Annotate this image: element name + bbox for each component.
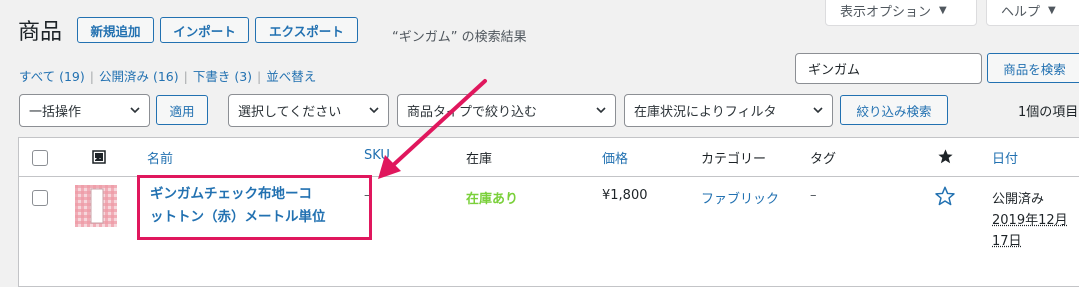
- date-line-1: 2019年12月: [992, 213, 1068, 228]
- apply-button[interactable]: 適用: [156, 95, 208, 125]
- bulk-action-value: 一括操作: [29, 105, 82, 120]
- caret-down-icon: ▼: [939, 4, 947, 16]
- import-button[interactable]: インポート: [160, 17, 249, 43]
- image-column-icon: [92, 150, 106, 164]
- featured-toggle-star-icon[interactable]: [934, 185, 956, 207]
- help-tab[interactable]: ヘルプ ▼: [986, 0, 1079, 26]
- select-all-checkbox[interactable]: [32, 150, 48, 166]
- column-header-stock: 在庫: [466, 152, 493, 167]
- filter-button[interactable]: 絞り込み検索: [840, 95, 948, 125]
- product-type-select-value: 商品タイプで絞り込む: [407, 105, 538, 120]
- column-header-tags: タグ: [810, 152, 837, 167]
- view-published-link[interactable]: 公開済み (16): [99, 69, 179, 84]
- display-options-tab[interactable]: 表示オプション ▼: [825, 0, 977, 26]
- chevron-down-icon: [813, 107, 823, 114]
- product-thumbnail[interactable]: [75, 185, 117, 227]
- stock-status: 在庫あり: [466, 192, 519, 207]
- column-header-categories: カテゴリー: [701, 152, 767, 167]
- column-header-sku[interactable]: SKU: [364, 148, 390, 163]
- separator: |: [257, 69, 262, 84]
- product-type-select[interactable]: 商品タイプで絞り込む: [397, 94, 616, 127]
- sort-link[interactable]: 並べ替え: [266, 69, 316, 84]
- help-label: ヘルプ: [1001, 4, 1041, 20]
- category-select-value: 選択してください: [238, 105, 342, 120]
- separator: |: [183, 69, 188, 84]
- page-title: 商品: [18, 20, 63, 45]
- date-line-2: 17日: [992, 234, 1022, 249]
- stock-status-select[interactable]: 在庫状況によりフィルタ: [624, 94, 833, 127]
- chevron-down-icon: [130, 107, 140, 114]
- caret-down-icon: ▼: [1048, 4, 1056, 16]
- search-input[interactable]: [795, 53, 982, 84]
- separator: |: [89, 69, 94, 84]
- search-results-subtitle: “ギンガム” の検索結果: [392, 30, 527, 45]
- chevron-down-icon: [596, 107, 606, 114]
- view-all-link[interactable]: すべて (19): [19, 69, 85, 84]
- items-count: 1個の項目: [1018, 105, 1079, 120]
- column-header-price[interactable]: 価格: [602, 148, 628, 167]
- featured-star-icon: [938, 149, 953, 164]
- category-select[interactable]: 選択してください: [228, 94, 389, 127]
- category-link[interactable]: ファブリック: [701, 188, 779, 207]
- add-new-button[interactable]: 新規追加: [77, 17, 154, 43]
- column-header-date[interactable]: 日付: [992, 148, 1018, 167]
- chevron-down-icon: [369, 107, 379, 114]
- date-status: 公開済み: [992, 192, 1045, 207]
- view-drafts-link[interactable]: 下書き (3): [193, 69, 252, 84]
- display-options-label: 表示オプション: [840, 4, 932, 20]
- tags-cell: –: [810, 188, 817, 203]
- export-button[interactable]: エクスポート: [255, 17, 358, 43]
- row-checkbox[interactable]: [32, 190, 48, 206]
- search-products-button[interactable]: 商品を検索: [987, 53, 1079, 83]
- stock-status-select-value: 在庫状況によりフィルタ: [634, 105, 777, 120]
- price-cell: ¥1,800: [602, 188, 648, 203]
- annotation-highlight-box: [137, 175, 372, 240]
- status-views: すべて (19) | 公開済み (16) | 下書き (3) | 並べ替え: [19, 66, 316, 85]
- column-header-name[interactable]: 名前: [147, 148, 173, 167]
- bulk-action-select[interactable]: 一括操作: [19, 94, 150, 127]
